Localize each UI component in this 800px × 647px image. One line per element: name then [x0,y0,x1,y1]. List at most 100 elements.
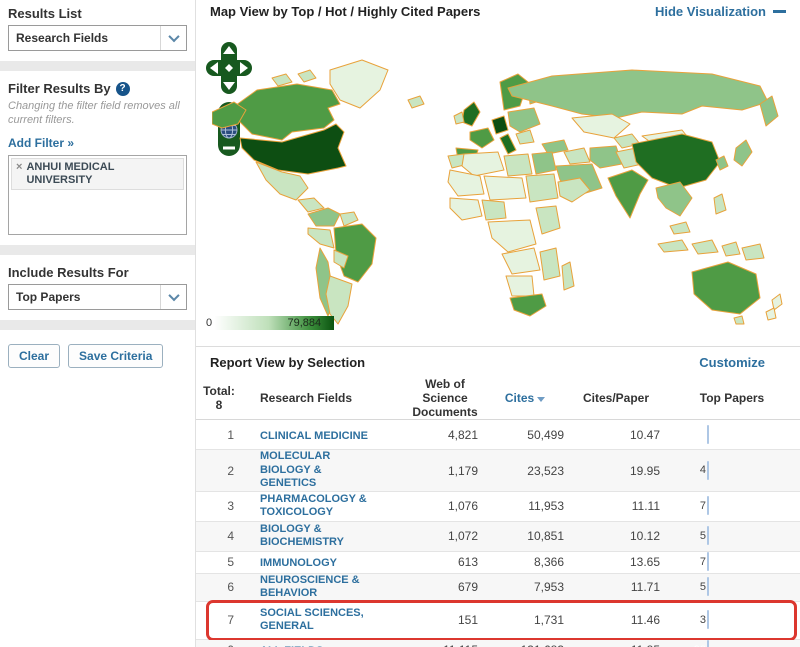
help-icon[interactable]: ? [116,82,130,96]
top-papers-cell: 3 [664,611,800,629]
field-cell: ALL FIELDS [242,641,408,647]
country-indonesia [658,240,688,252]
results-list-dropdown[interactable]: Research Fields [8,25,187,51]
top-papers-cell: 4 [664,462,800,480]
table-row: 1 CLINICAL MEDICINE 4,821 50,499 10.47 4… [196,420,800,450]
table-row: 0 ALL FIELDS 11,115 131,683 11.85 90 [196,640,800,647]
top-papers-cell: 43 [664,426,800,444]
filter-note: Changing the filter field removes all cu… [8,100,187,128]
add-filter-link[interactable]: Add Filter » [8,136,74,150]
column-cites-sort[interactable]: Cites [482,392,568,406]
top-papers-bar: 7 [707,496,709,515]
save-criteria-button[interactable]: Save Criteria [68,344,163,368]
table-body: 1 CLINICAL MEDICINE 4,821 50,499 10.47 4… [196,420,800,647]
country-madagascar [562,262,574,290]
legend-gradient-bar: 79,884 [215,316,334,330]
report-header: Report View by Selection Customize [196,350,800,376]
field-cell: CLINICAL MEDICINE [242,426,408,444]
research-field-link[interactable]: IMMUNOLOGY [260,557,337,570]
rank-cell: 7 [196,613,242,627]
legend-max-value: 79,884 [287,317,321,329]
documents-cell: 679 [408,580,482,594]
sidebar: Results List Research Fields Filter Resu… [0,0,196,647]
clear-button[interactable]: Clear [8,344,60,368]
filter-tag: × ANHUI MEDICAL UNIVERSITY [11,158,184,190]
rank-cell: 1 [196,428,242,442]
report-title: Report View by Selection [210,355,365,376]
research-field-link[interactable]: SOCIAL SCIENCES, GENERAL [260,607,380,633]
research-field-link[interactable]: MOLECULAR BIOLOGY & GENETICS [260,450,380,490]
top-papers-cell: 7 [664,497,800,515]
main-content: Map View by Top / Hot / Highly Cited Pap… [196,0,800,647]
map-visualization: 0 79,884 [196,24,800,344]
table-row: 7 SOCIAL SCIENCES, GENERAL 151 1,731 11.… [196,602,800,640]
documents-cell: 1,072 [408,529,482,543]
field-cell: SOCIAL SCIENCES, GENERAL [242,607,408,634]
research-field-link[interactable]: CLINICAL MEDICINE [260,430,368,443]
dropdown-button[interactable] [160,26,186,50]
documents-cell: 1,179 [408,464,482,478]
cites-cell: 8,366 [482,555,568,569]
cites-cell: 131,683 [482,643,568,647]
research-field-link[interactable]: PHARMACOLOGY & TOXICOLOGY [260,493,380,519]
total-count: Total: 8 [196,385,242,413]
documents-cell: 11,115 [408,643,482,647]
include-results-value: Top Papers [9,290,80,304]
filter-tag-label: ANHUI MEDICAL UNIVERSITY [26,161,179,187]
country-russia [508,70,768,118]
world-choropleth-map[interactable] [212,48,792,333]
research-field-link[interactable]: BIOLOGY & BIOCHEMISTRY [260,523,380,549]
field-cell: MOLECULAR BIOLOGY & GENETICS [242,450,408,490]
documents-cell: 1,076 [408,499,482,513]
chevron-down-icon [168,31,179,42]
research-field-link[interactable]: NEUROSCIENCE & BEHAVIOR [260,574,380,600]
top-papers-bar: 5 [707,526,709,545]
table-header-row: Total: 8 Research Fields Web of Science … [196,378,800,420]
results-list-heading: Results List [8,6,187,21]
total-label: Total: [196,385,242,399]
cites-cell: 11,953 [482,499,568,513]
map-header: Map View by Top / Hot / Highly Cited Pap… [196,0,800,24]
cites-cell: 1,731 [482,613,568,627]
cites-cell: 23,523 [482,464,568,478]
chevron-down-icon [168,289,179,300]
hide-visualization-label: Hide Visualization [655,4,766,19]
country-new-zealand [772,294,782,310]
field-cell: BIOLOGY & BIOCHEMISTRY [242,523,408,550]
table-row: 3 PHARMACOLOGY & TOXICOLOGY 1,076 11,953… [196,492,800,522]
cites-cell: 10,851 [482,529,568,543]
cites-cell: 7,953 [482,580,568,594]
sort-down-icon [537,397,545,402]
table-row: 4 BIOLOGY & BIOCHEMISTRY 1,072 10,851 10… [196,522,800,552]
rank-cell: 3 [196,499,242,513]
dropdown-button[interactable] [160,285,186,309]
top-papers-cell: 90 [664,641,800,647]
sidebar-divider [0,61,195,71]
remove-filter-icon[interactable]: × [16,161,22,187]
hide-visualization-link[interactable]: Hide Visualization [655,4,786,19]
field-cell: PHARMACOLOGY & TOXICOLOGY [242,493,408,520]
column-top-papers: Top Papers [664,392,800,406]
cites-per-paper-cell: 11.11 [568,499,664,513]
cites-per-paper-cell: 11.71 [568,580,664,594]
table-row: 5 IMMUNOLOGY 613 8,366 13.65 7 [196,552,800,574]
country-egypt [532,152,556,174]
country-kazakhstan [572,114,630,138]
documents-cell: 151 [408,613,482,627]
rank-cell: 2 [196,464,242,478]
customize-link[interactable]: Customize [699,355,765,376]
cites-per-paper-cell: 11.85 [568,643,664,647]
include-results-dropdown[interactable]: Top Papers [8,284,187,310]
top-papers-cell: 5 [664,578,800,596]
cites-per-paper-cell: 10.47 [568,428,664,442]
column-cites-per-paper: Cites/Paper [568,392,664,406]
top-papers-cell: 5 [664,527,800,545]
active-filters-box: × ANHUI MEDICAL UNIVERSITY [8,155,187,235]
top-papers-bar: 90 [707,640,709,647]
include-results-heading: Include Results For [8,265,187,280]
column-research-fields: Research Fields [242,392,408,406]
documents-cell: 4,821 [408,428,482,442]
table-row: 6 NEUROSCIENCE & BEHAVIOR 679 7,953 11.7… [196,574,800,602]
cites-per-paper-cell: 19.95 [568,464,664,478]
results-list-value: Research Fields [9,31,108,45]
